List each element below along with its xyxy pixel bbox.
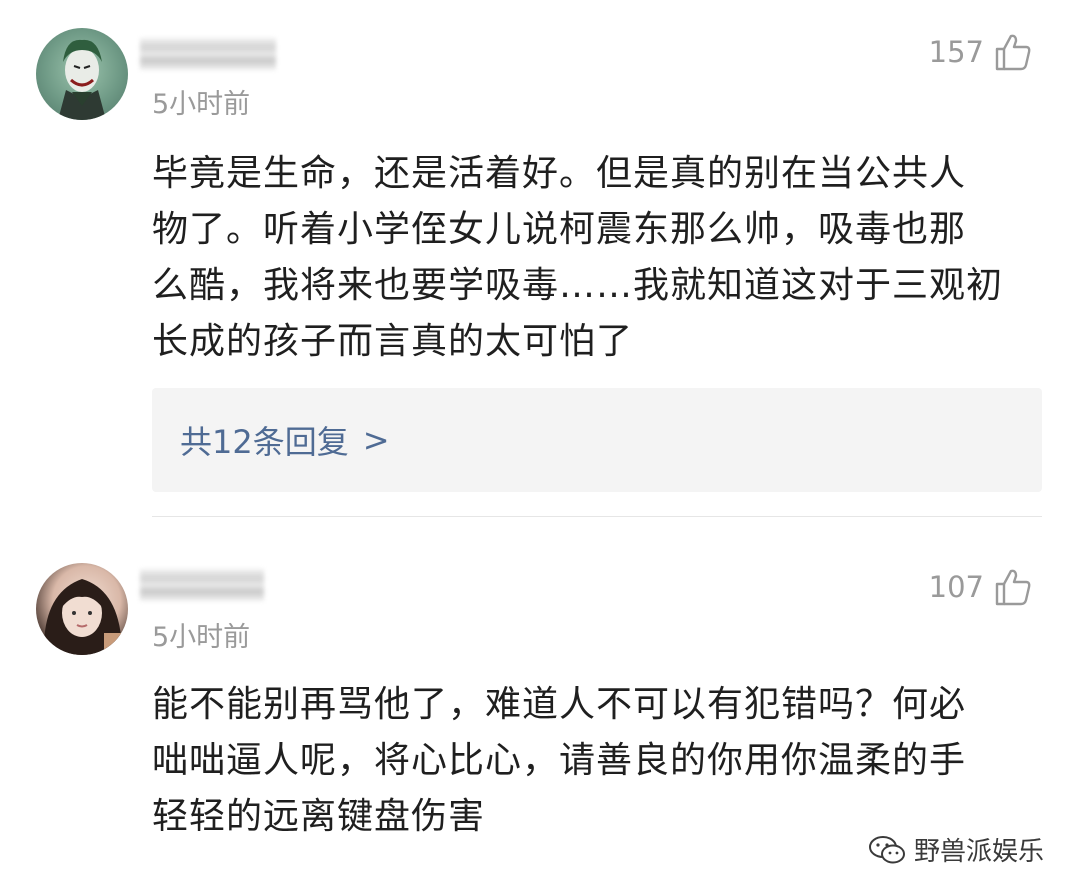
thumbs-up-icon[interactable] xyxy=(994,567,1032,607)
chevron-right-icon: > xyxy=(362,421,390,459)
avatar[interactable] xyxy=(36,28,128,120)
reply-count-label: 共12条回复 xyxy=(180,423,349,461)
username-redacted xyxy=(140,569,264,601)
like-control[interactable]: 107 xyxy=(929,567,1032,607)
like-control[interactable]: 157 xyxy=(929,32,1032,72)
comment-time: 5小时前 xyxy=(152,622,251,653)
watermark: 野兽派娱乐 xyxy=(868,831,1044,868)
comment-line: 物了。听着小学侄女儿说柯震东那么帅，吸毒也那 xyxy=(152,209,967,250)
comment-body: 毕竟是生命，还是活着好。但是真的别在当公共人 物了。听着小学侄女儿说柯震东那么帅… xyxy=(152,146,1032,370)
wechat-icon xyxy=(868,834,906,866)
avatar[interactable] xyxy=(36,563,128,655)
comment-line: 么酷，我将来也要学吸毒……我就知道这对于三观初 xyxy=(152,265,1004,306)
view-replies-button[interactable]: 共12条回复 > xyxy=(152,388,1042,492)
girl-avatar-icon xyxy=(43,579,128,655)
like-count: 107 xyxy=(928,570,984,604)
watermark-text: 野兽派娱乐 xyxy=(913,837,1044,867)
comment-1: 5小时前 157 毕竟是生命，还是活着好。但是真的别在当公共人 物了。听着小学侄… xyxy=(0,0,1080,516)
joker-avatar-icon xyxy=(58,39,106,120)
comment-line: 毕竟是生命，还是活着好。但是真的别在当公共人 xyxy=(152,153,967,194)
like-count: 157 xyxy=(928,35,984,69)
comment-line: 能不能别再骂他了，难道人不可以有犯错吗？何必 xyxy=(152,684,967,725)
comment-time: 5小时前 xyxy=(152,89,251,120)
username-redacted xyxy=(140,38,276,70)
comment-body: 能不能别再骂他了，难道人不可以有犯错吗？何必 咄咄逼人呢，将心比心，请善良的你用… xyxy=(152,677,1032,845)
thumbs-up-icon[interactable] xyxy=(994,32,1032,72)
comment-line: 长成的孩子而言真的太可怕了 xyxy=(152,321,634,362)
comment-line: 咄咄逼人呢，将心比心，请善良的你用你温柔的手 xyxy=(152,740,967,781)
